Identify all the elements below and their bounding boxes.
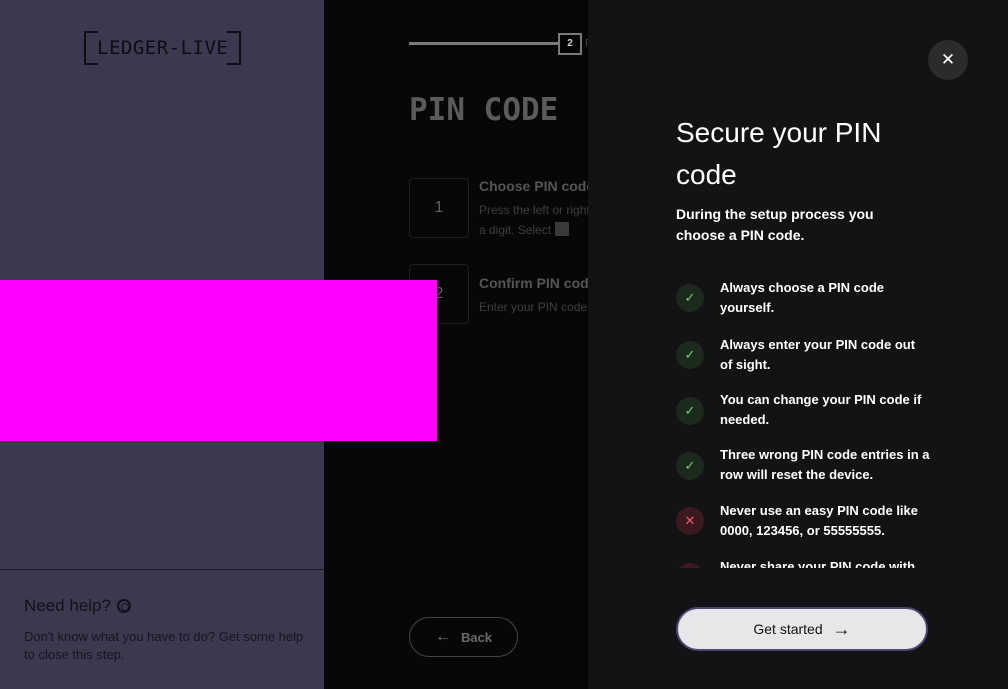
step-heading: Choose PIN code — [479, 178, 595, 194]
need-help-text: Don't know what you have to do? Get some… — [24, 629, 304, 662]
check-icon: ✓ — [676, 397, 704, 425]
back-label: Back — [460, 629, 493, 645]
close-icon: ✕ — [940, 50, 956, 69]
step-heading: Confirm PIN code — [479, 275, 597, 291]
ledger-live-logo: LEDGER-LIVE — [84, 31, 241, 65]
app-window: LEDGER-LIVE Need help? Don't know what y… — [0, 0, 1008, 689]
step-indicator: 2 — [558, 33, 582, 55]
check-icon: ✓ — [676, 284, 704, 312]
get-started-label: Get started — [753, 621, 823, 637]
arrow-left-icon: ← — [434, 628, 451, 645]
tip-text: You can change your PIN code if needed. — [720, 392, 922, 427]
cross-icon: ✕ — [676, 507, 704, 535]
need-help-label: Need help? — [24, 596, 111, 615]
logo-text: LEDGER-LIVE — [97, 37, 229, 59]
check-icon: ✓ — [676, 341, 704, 369]
check-icon — [555, 222, 570, 236]
cross-icon: ✕ — [676, 563, 704, 568]
arrow-right-icon: → — [832, 618, 851, 639]
help-divider — [0, 569, 324, 570]
redaction-block — [0, 280, 437, 441]
tips-list[interactable]: ✓ Always choose a PIN code yourself. ✓ A… — [676, 278, 936, 568]
back-button[interactable]: ← Back — [409, 617, 518, 657]
tip-text: Never share your PIN code with — [720, 559, 916, 568]
logo-left-bracket — [84, 31, 98, 65]
tip-text: Three wrong PIN code entries in a row wi… — [720, 447, 930, 482]
logo-right-bracket — [227, 31, 241, 65]
tip-text: Always enter your PIN code out of sight. — [720, 337, 916, 372]
tip-text: Never use an easy PIN code like 0000, 12… — [720, 503, 918, 538]
drawer-subtitle: During the setup process you choose a PI… — [676, 206, 874, 243]
get-started-button[interactable]: Get started → — [676, 607, 928, 651]
step-description-line: a digit. Select — [479, 223, 552, 237]
drawer-title: Secure your PIN code — [676, 117, 882, 190]
lifebuoy-icon — [116, 599, 131, 613]
page-title: PIN CODE — [409, 92, 559, 128]
step-number-box: 1 — [409, 178, 469, 238]
tip-text: Always choose a PIN code yourself. — [720, 280, 885, 315]
check-icon: ✓ — [676, 452, 704, 480]
need-help-title[interactable]: Need help? — [24, 596, 131, 616]
pin-tips-drawer: ✕ Secure your PIN code During the setup … — [588, 0, 1008, 689]
progress-bar — [409, 42, 559, 45]
close-button[interactable]: ✕ — [928, 40, 968, 80]
